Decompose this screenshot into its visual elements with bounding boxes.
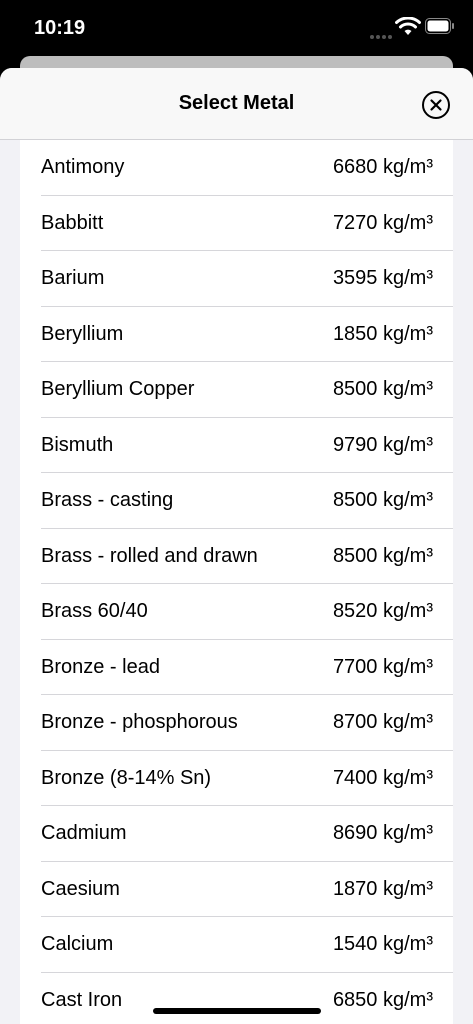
metal-name: Brass 60/40 <box>41 600 148 622</box>
sheet-title: Select Metal <box>178 92 295 114</box>
metal-density: 6680 kg/m³ <box>332 156 433 178</box>
metal-name: Brass - casting <box>41 489 174 511</box>
metal-list-item[interactable]: Beryllium Copper 8500 kg/m³ <box>20 362 453 418</box>
metal-name: Bronze - lead <box>41 655 160 678</box>
metal-density: 3595 kg/m³ <box>332 267 433 289</box>
metal-density: 8690 kg/m³ <box>332 822 433 844</box>
metal-name: Beryllium Copper <box>41 378 195 400</box>
metal-name: Bronze - phosphorous <box>41 711 238 733</box>
metal-name: Brass - rolled and drawn <box>41 544 258 567</box>
metal-density: 7400 kg/m³ <box>332 766 433 789</box>
status-bar: 10:19 <box>0 0 473 56</box>
metal-list-item[interactable]: Antimony 6680 kg/m³ <box>20 140 453 196</box>
metal-name: Bronze (8-14% Sn) <box>41 766 212 789</box>
metal-list: Antimony 6680 kg/m³ Babbitt 7270 kg/m³ Bariu… <box>20 140 453 1024</box>
metal-list-item[interactable]: Cast Iron 6850 kg/m³ <box>20 973 453 1024</box>
metal-name: Cadmium <box>41 822 127 844</box>
metal-density: 9790 kg/m³ <box>332 433 433 456</box>
metal-list-item[interactable]: Barium 3595 kg/m³ <box>20 251 453 307</box>
metal-list-item[interactable]: Brass - casting 8500 kg/m³ <box>20 473 453 529</box>
metal-list-item[interactable]: Bronze (8-14% Sn) 7400 kg/m³ <box>20 751 453 806</box>
metal-density: 1870 kg/m³ <box>332 877 433 900</box>
wifi-icon <box>395 17 421 35</box>
metal-list-item[interactable]: Cadmium 8690 kg/m³ <box>20 806 453 862</box>
metal-list-item[interactable]: Caesium 1870 kg/m³ <box>20 862 453 917</box>
metal-list-item[interactable]: Brass 60/40 8520 kg/m³ <box>20 584 453 640</box>
metal-name: Calcium <box>41 933 114 955</box>
metal-name: Barium <box>41 267 105 289</box>
metal-density: 1850 kg/m³ <box>332 322 433 345</box>
home-indicator <box>153 1008 321 1014</box>
metal-list-item[interactable]: Bronze - phosphorous 8700 kg/m³ <box>20 695 453 751</box>
metal-name: Beryllium <box>41 322 124 345</box>
metal-list-item[interactable]: Calcium 1540 kg/m³ <box>20 917 453 973</box>
metal-density: 8500 kg/m³ <box>332 378 433 400</box>
battery-icon <box>425 18 454 34</box>
metal-list-item[interactable]: Babbitt 7270 kg/m³ <box>20 196 453 251</box>
metal-name: Babbitt <box>41 211 104 234</box>
metal-density: 7270 kg/m³ <box>332 211 433 234</box>
metal-list-item[interactable]: Beryllium 1850 kg/m³ <box>20 307 453 362</box>
metal-density: 1540 kg/m³ <box>332 933 433 955</box>
metal-name: Antimony <box>41 156 125 178</box>
metal-list-item[interactable]: Brass - rolled and drawn 8500 kg/m³ <box>20 529 453 584</box>
close-button[interactable] <box>422 91 450 119</box>
metal-density: 8500 kg/m³ <box>332 489 433 511</box>
metal-density: 7700 kg/m³ <box>332 655 433 678</box>
metal-density: 8520 kg/m³ <box>332 600 433 622</box>
cellular-signal-icon <box>370 26 394 44</box>
metal-name: Caesium <box>41 877 120 900</box>
sheet-header: Select Metal <box>0 68 473 140</box>
metal-density: 6850 kg/m³ <box>332 988 433 1011</box>
select-metal-sheet: Select Metal Antimony 6680 kg/m³ Babbitt 72… <box>0 68 473 1024</box>
close-icon <box>430 99 442 111</box>
metal-density: 8700 kg/m³ <box>332 711 433 733</box>
metal-density: 8500 kg/m³ <box>332 544 433 567</box>
status-time: 10:19 <box>34 17 86 39</box>
metal-name: Cast Iron <box>41 988 123 1011</box>
metal-list-item[interactable]: Bronze - lead 7700 kg/m³ <box>20 640 453 695</box>
metal-name: Bismuth <box>41 433 114 456</box>
metal-list-item[interactable]: Bismuth 9790 kg/m³ <box>20 418 453 473</box>
